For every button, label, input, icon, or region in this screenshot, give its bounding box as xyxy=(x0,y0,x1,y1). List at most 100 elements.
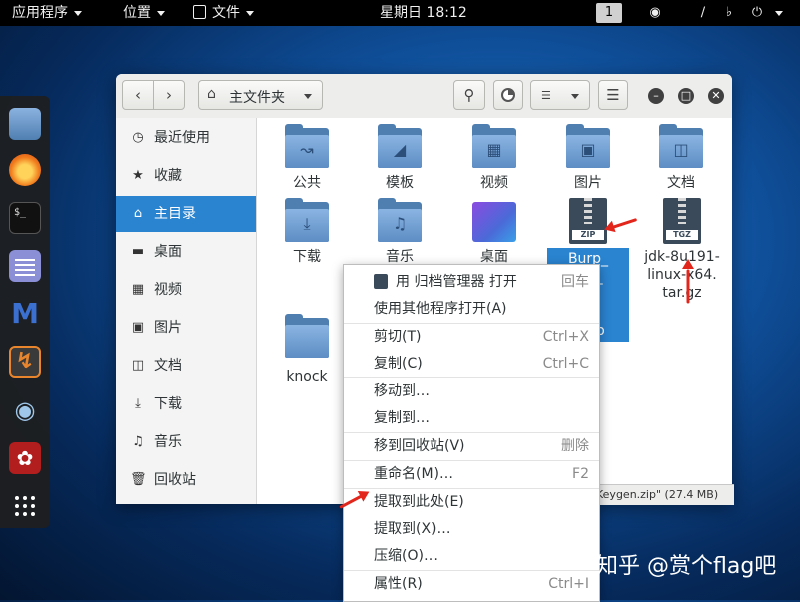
sidebar-item-label: 图片 xyxy=(154,320,182,336)
cherry-icon[interactable]: ✿ xyxy=(9,442,41,474)
view-options-button[interactable]: ☰ xyxy=(530,80,590,110)
menu-item-move-to-trash[interactable]: 移到回收站(V) 删除 xyxy=(344,433,599,459)
folder-icon xyxy=(285,314,329,358)
files-app-icon[interactable] xyxy=(9,108,41,140)
sidebar-item-starred[interactable]: ★ 收藏 xyxy=(116,158,256,194)
chevron-down-icon[interactable] xyxy=(770,4,788,22)
terminal-icon[interactable]: $_ xyxy=(9,202,41,234)
download-icon: ⤓ xyxy=(303,214,311,233)
chevron-down-icon xyxy=(304,94,312,99)
file-item[interactable]: TGZ jdk-8u191- linux-x64. tar.gz xyxy=(635,198,729,302)
sidebar-item-documents[interactable]: ◫ 文档 xyxy=(116,348,256,384)
sidebar-item-label: 视频 xyxy=(154,282,182,298)
trash-icon: 🗑 xyxy=(130,472,147,487)
tgz-archive-icon: TGZ xyxy=(663,198,701,244)
sidebar-item-recent[interactable]: ◷ 最近使用 xyxy=(116,120,256,156)
menu-button[interactable]: ☰ xyxy=(598,80,628,110)
menu-item-extract-to[interactable]: 提取到(X)… xyxy=(344,516,599,542)
sidebar-item-home[interactable]: ⌂ 主目录 xyxy=(116,196,256,232)
file-item[interactable]: ▦ 视频 xyxy=(454,124,534,192)
forward-button[interactable]: › xyxy=(153,80,185,110)
chevron-down-icon xyxy=(246,10,254,16)
file-item[interactable]: ↝ 公共 xyxy=(267,124,347,192)
sidebar-item-desktop[interactable]: ▬ 桌面 xyxy=(116,234,256,270)
search-button[interactable]: ⚲ xyxy=(453,80,485,110)
burpsuite-icon[interactable]: ↯ xyxy=(9,346,41,378)
menu-item-copy-to[interactable]: 复制到… xyxy=(344,405,599,431)
file-item[interactable]: ◫ 文档 xyxy=(641,124,721,192)
sidebar-item-label: 收藏 xyxy=(154,168,182,184)
context-menu: 用 归档管理器 打开 回车 使用其他程序打开(A) 剪切(T) Ctrl+X 复制… xyxy=(343,264,600,602)
desktop-icon: ▬ xyxy=(131,244,145,259)
dock: $_ M ↯ ◉ ✿ xyxy=(0,96,50,528)
file-name: 文档 xyxy=(667,175,695,191)
text-editor-icon[interactable] xyxy=(9,250,41,282)
menu-item-shortcut: Ctrl+I xyxy=(548,576,589,592)
clock[interactable]: 星期日 18:12 xyxy=(380,0,467,26)
menu-item-copy[interactable]: 复制(C) Ctrl+C xyxy=(344,351,599,377)
file-name: jdk-8u191- linux-x64. tar.gz xyxy=(644,249,720,301)
menu-item-label: 移到回收站(V) xyxy=(374,438,465,454)
home-icon: ⌂ xyxy=(133,206,143,221)
menu-item-open-with[interactable]: 使用其他程序打开(A) xyxy=(344,296,599,322)
menu-item-compress[interactable]: 压缩(O)… xyxy=(344,543,599,569)
file-item[interactable]: knock xyxy=(267,314,347,386)
file-item[interactable]: ▣ 图片 xyxy=(548,124,628,192)
home-icon: ⌂ xyxy=(207,86,216,102)
sidebar-item-downloads[interactable]: ⤓ 下载 xyxy=(116,386,256,422)
volume-icon[interactable]: ♭ xyxy=(720,4,738,22)
location-button[interactable]: ⌂ 主文件夹 xyxy=(198,80,323,110)
download-icon: ⤓ xyxy=(135,396,141,411)
pen-icon[interactable]: ∕ xyxy=(694,4,712,22)
close-button[interactable]: ✕ xyxy=(708,88,724,104)
menu-item-shortcut: 回车 xyxy=(561,274,589,290)
menu-item-extract-here[interactable]: 提取到此处(E) xyxy=(344,489,599,515)
file-item[interactable]: ♫ 音乐 xyxy=(360,198,440,266)
clock-icon: ◷ xyxy=(132,130,144,145)
show-apps-icon[interactable] xyxy=(9,490,41,522)
metasploit-icon[interactable]: M xyxy=(9,298,41,330)
file-name: 视频 xyxy=(480,175,508,191)
header-bar: ‹ › ⌂ 主文件夹 ⚲ ☰ ☰ – □ ✕ xyxy=(116,74,732,119)
template-icon: ◢ xyxy=(393,140,407,159)
file-app-menu[interactable]: 文件 xyxy=(193,0,254,26)
applications-label: 应用程序 xyxy=(12,5,68,21)
sidebar-item-label: 下载 xyxy=(154,396,182,412)
sidebar-item-trash[interactable]: 🗑 回收站 xyxy=(116,462,256,498)
power-icon[interactable]: ⏻ xyxy=(748,4,766,22)
menu-item-cut[interactable]: 剪切(T) Ctrl+X xyxy=(344,324,599,350)
folder-icon: ◫ xyxy=(659,124,703,168)
menu-item-shortcut: 删除 xyxy=(561,438,589,454)
camera-icon[interactable]: ◉ xyxy=(646,4,664,22)
maximize-button[interactable]: □ xyxy=(678,88,694,104)
search-icon: ⚲ xyxy=(463,86,475,104)
chevron-left-icon: ‹ xyxy=(135,86,141,104)
sidebar-item-pictures[interactable]: ▣ 图片 xyxy=(116,310,256,346)
menu-item-rename[interactable]: 重命名(M)… F2 xyxy=(344,461,599,487)
file-name: knock xyxy=(286,369,328,385)
sidebar-item-music[interactable]: ♫ 音乐 xyxy=(116,424,256,460)
menu-item-shortcut: Ctrl+X xyxy=(542,329,589,345)
applications-menu[interactable]: 应用程序 xyxy=(12,0,82,26)
file-item[interactable]: ⤓ 下载 xyxy=(267,198,347,266)
workspace-indicator[interactable]: 1 xyxy=(596,3,622,23)
menu-item-move-to[interactable]: 移动到… xyxy=(344,378,599,404)
minimize-button[interactable]: – xyxy=(648,88,664,104)
sidebar-item-label: 文档 xyxy=(154,358,182,374)
operations-button[interactable] xyxy=(493,80,523,110)
menu-item-label: 提取到此处(E) xyxy=(374,494,464,510)
sidebar-item-videos[interactable]: ▦ 视频 xyxy=(116,272,256,308)
file-item[interactable]: ◢ 模板 xyxy=(360,124,440,192)
file-item[interactable]: 桌面 xyxy=(454,202,534,266)
places-menu[interactable]: 位置 xyxy=(123,0,165,26)
menu-item-properties[interactable]: 属性(R) Ctrl+I xyxy=(344,571,599,597)
back-button[interactable]: ‹ xyxy=(122,80,154,110)
eye-icon[interactable]: ◉ xyxy=(9,394,41,426)
chevron-down-icon xyxy=(571,94,579,99)
list-view-icon: ☰ xyxy=(541,89,551,102)
music-icon: ♫ xyxy=(392,214,408,233)
menu-item-label: 重命名(M)… xyxy=(374,466,454,482)
folder-icon: ◢ xyxy=(378,124,422,168)
menu-item-open-archive-manager[interactable]: 用 归档管理器 打开 回车 xyxy=(344,269,599,295)
firefox-icon[interactable] xyxy=(9,154,41,186)
